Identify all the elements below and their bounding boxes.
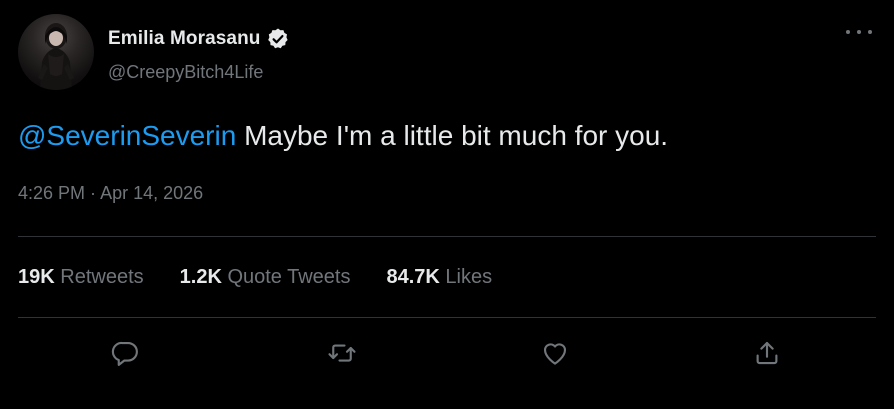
share-button[interactable] bbox=[750, 336, 784, 370]
retweets-stat[interactable]: 19K Retweets bbox=[18, 266, 144, 289]
reply-icon bbox=[111, 341, 138, 366]
like-button[interactable] bbox=[538, 336, 572, 370]
quote-tweets-label: Quote Tweets bbox=[221, 266, 351, 288]
author-name[interactable]: Emilia Morasanu bbox=[108, 28, 261, 50]
retweet-button[interactable] bbox=[325, 336, 359, 370]
divider bbox=[18, 236, 876, 237]
tweet-text: @SeverinSeverin Maybe I'm a little bit m… bbox=[18, 118, 668, 154]
likes-stat[interactable]: 84.7K Likes bbox=[386, 266, 492, 289]
share-icon bbox=[756, 341, 778, 365]
verified-badge-icon bbox=[266, 27, 290, 51]
quote-tweets-stat[interactable]: 1.2K Quote Tweets bbox=[180, 266, 351, 289]
tweet-timestamp: 4:26 PM · Apr 14, 2026 bbox=[18, 183, 203, 204]
mention-link[interactable]: @SeverinSeverin bbox=[18, 120, 236, 151]
tweet-card: Emilia Morasanu @CreepyBitch4Life @Sever… bbox=[0, 0, 894, 409]
retweet-icon bbox=[328, 344, 356, 362]
divider bbox=[18, 317, 876, 318]
retweets-label: Retweets bbox=[54, 266, 144, 288]
author-name-row: Emilia Morasanu bbox=[108, 26, 290, 52]
tweet-date[interactable]: Apr 14, 2026 bbox=[100, 183, 203, 203]
reply-button[interactable] bbox=[108, 336, 142, 370]
action-bar bbox=[0, 330, 894, 380]
meta-separator: · bbox=[85, 183, 101, 203]
likes-count: 84.7K bbox=[386, 266, 440, 288]
more-horizontal-icon[interactable] bbox=[846, 24, 872, 40]
avatar-image bbox=[38, 23, 74, 90]
avatar[interactable] bbox=[18, 14, 94, 90]
tweet-time[interactable]: 4:26 PM bbox=[18, 183, 85, 203]
retweets-count: 19K bbox=[18, 266, 55, 288]
quote-tweets-count: 1.2K bbox=[179, 266, 222, 288]
engagement-stats: 19K Retweets 1.2K Quote Tweets 84.7K Lik… bbox=[18, 266, 528, 289]
tweet-body: Maybe I'm a little bit much for you. bbox=[236, 120, 669, 151]
author-handle[interactable]: @CreepyBitch4Life bbox=[108, 62, 263, 83]
likes-label: Likes bbox=[439, 266, 493, 288]
heart-icon bbox=[543, 343, 567, 365]
